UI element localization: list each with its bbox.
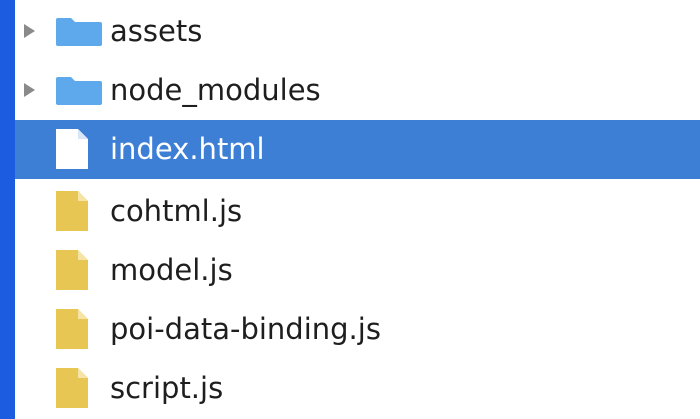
expand-arrow-icon[interactable] (24, 83, 35, 97)
tree-item-poi-data-binding-js[interactable]: poi-data-binding.js (15, 300, 700, 359)
tree-item-label: index.html (110, 132, 265, 166)
tree-item-label: script.js (110, 371, 224, 405)
tree-item-script-js[interactable]: script.js (15, 359, 700, 418)
tree-item-label: cohtml.js (110, 194, 243, 228)
file-js-icon (54, 190, 90, 232)
file-js-icon (54, 308, 90, 350)
tree-item-model-js[interactable]: model.js (15, 241, 700, 300)
file-html-icon (54, 128, 90, 170)
tree-item-label: poi-data-binding.js (110, 312, 381, 346)
file-js-icon (54, 249, 90, 291)
tree-item-cohtml-js[interactable]: cohtml.js (15, 182, 700, 241)
folder-icon (54, 76, 104, 106)
tree-item-label: assets (110, 14, 203, 48)
file-tree: assets node_modules index.html cohtml.js… (15, 0, 700, 419)
tree-item-node-modules[interactable]: node_modules (15, 61, 700, 120)
file-js-icon (54, 367, 90, 409)
tree-item-index-html[interactable]: index.html (15, 120, 700, 179)
tree-item-label: model.js (110, 253, 233, 287)
tree-item-label: node_modules (110, 73, 321, 107)
expand-arrow-icon[interactable] (24, 24, 35, 38)
tree-item-assets[interactable]: assets (15, 2, 700, 61)
folder-icon (54, 17, 104, 47)
sidebar-accent-strip (0, 0, 15, 419)
